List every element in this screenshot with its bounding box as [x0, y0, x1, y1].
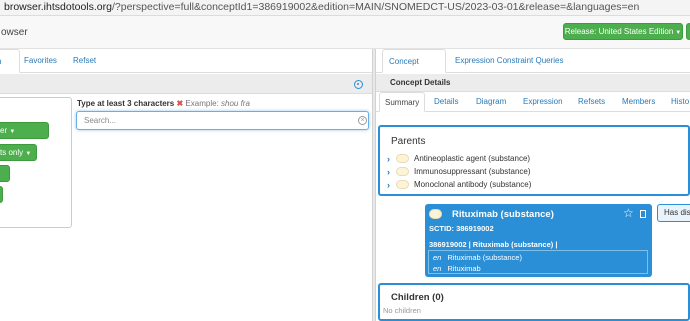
tab-details[interactable]: Details [429, 92, 463, 112]
chevron-right-icon[interactable]: › [387, 166, 390, 178]
search-filter-box: er ▼ ts only ▼ [0, 97, 72, 228]
concept-status-pill [429, 209, 442, 219]
url-path: /?perspective=full&conceptId1=386919002&… [111, 1, 640, 13]
release-dropdown-button[interactable]: Release: United States Edition ▼ [563, 23, 683, 40]
chevron-right-icon[interactable]: › [387, 179, 390, 191]
header-extra-button[interactable] [686, 23, 690, 40]
description-text: Rituximab (substance) [447, 253, 522, 262]
tab-members[interactable]: Members [617, 92, 660, 112]
filter-dropdown-button-4[interactable] [0, 186, 3, 203]
parent-label[interactable]: Immunosuppressant (substance) [414, 167, 531, 176]
left-tab-bar: h Favorites Refset [0, 49, 372, 73]
url-text[interactable]: browser.ihtsdotools.org/?perspective=ful… [4, 1, 639, 13]
children-empty-text: No children [383, 306, 421, 315]
tab-refset[interactable]: Refset [67, 49, 102, 73]
concept-fsn-line: 386919002 | Rituximab (substance) | [429, 240, 558, 249]
tab-details-label: Details [434, 97, 459, 106]
focus-concept-card: Rituximab (substance) ☆ SCTID: 386919002… [425, 204, 652, 277]
concept-sctid: SCTID: 386919002 [429, 224, 494, 233]
filter-dropdown-button-3[interactable] [0, 165, 10, 182]
parent-label[interactable]: Monoclonal antibody (substance) [414, 180, 531, 189]
concept-sub-tabs: Summary Details Diagram Expression Refse… [376, 92, 690, 112]
tab-concept-details[interactable]: Concept Details [382, 49, 446, 90]
concept-status-pill [396, 154, 409, 163]
example-label: Example: [185, 99, 219, 108]
concept-name: Rituximab (substance) [452, 209, 554, 220]
tab-favorites[interactable]: Favorites [18, 49, 63, 73]
url-host: browser.ihtsdotools.org [4, 1, 112, 13]
document-icon[interactable] [640, 210, 646, 218]
caret-down-icon: ▼ [9, 129, 16, 135]
has-disposition-label: Has dis [664, 208, 690, 217]
tab-diagram-label: Diagram [476, 97, 507, 106]
release-button-label: Release: United States Edition [564, 27, 674, 36]
description-row: en Rituximab (substance) [433, 253, 522, 262]
concept-status-pill [396, 180, 409, 189]
tab-refset-label: Refset [73, 56, 97, 65]
concept-details-header: Concept Details [376, 74, 690, 92]
right-tab-bar: Concept Details Expression Constraint Qu… [376, 49, 690, 90]
description-lang: en [433, 264, 442, 273]
parents-heading: Parents [391, 136, 426, 147]
caret-down-icon: ▼ [675, 30, 682, 36]
app-title: owser [1, 27, 28, 38]
descriptions-box: en Rituximab (substance) en Rituximab [428, 250, 648, 274]
tab-expression-label: Expression [523, 97, 563, 106]
parents-panel: Parents › Antineoplastic agent (substanc… [378, 125, 690, 196]
tab-history[interactable]: Histo [666, 92, 690, 112]
tab-diagram[interactable]: Diagram [471, 92, 511, 112]
concept-status-pill [396, 167, 409, 176]
search-input[interactable] [76, 111, 369, 130]
search-panel-bar [0, 74, 372, 94]
info-icon[interactable] [354, 80, 363, 89]
favorite-star-icon[interactable]: ☆ [623, 207, 634, 219]
filter-dropdown-button-1[interactable]: er ▼ [0, 122, 49, 139]
chevron-right-icon[interactable]: › [387, 153, 390, 165]
filter-button-2-label: ts only [0, 148, 24, 157]
tab-summary-label: Summary [385, 98, 420, 107]
filter-dropdown-button-2[interactable]: ts only ▼ [0, 144, 37, 161]
tab-expression-constraint-queries[interactable]: Expression Constraint Queries [449, 49, 570, 73]
tab-search-label: h [0, 57, 1, 66]
search-hint-text: Type at least 3 characters [77, 99, 175, 108]
tab-refsets[interactable]: Refsets [573, 92, 610, 112]
has-disposition-box[interactable]: Has dis [657, 204, 690, 222]
description-text: Rituximab [447, 264, 481, 273]
app-header: owser Release: United States Edition ▼ [0, 16, 690, 49]
tab-members-label: Members [622, 97, 656, 106]
children-panel: Children (0) No children [378, 283, 690, 321]
tab-ecq-label: Expression Constraint Queries [455, 56, 564, 65]
tab-expression[interactable]: Expression [518, 92, 568, 112]
tab-summary[interactable]: Summary [379, 92, 426, 112]
search-hint: Type at least 3 characters ✖ Example: sh… [77, 99, 250, 108]
error-x-icon: ✖ [176, 99, 184, 108]
tab-search[interactable]: h [0, 49, 20, 73]
example-value: shou fra [221, 99, 250, 108]
tab-refsets-label: Refsets [578, 97, 606, 106]
children-heading: Children (0) [391, 292, 444, 303]
caret-down-icon: ▼ [25, 151, 32, 157]
description-lang: en [433, 253, 442, 262]
parent-label[interactable]: Antineoplastic agent (substance) [414, 154, 530, 163]
section-title: Concept Details [390, 78, 451, 87]
browser-address-bar[interactable]: browser.ihtsdotools.org/?perspective=ful… [0, 0, 690, 16]
tab-favorites-label: Favorites [24, 56, 57, 65]
filter-button-1-label: er [0, 126, 8, 135]
tab-history-label: Histo [671, 97, 690, 106]
clear-search-icon[interactable]: × [358, 116, 367, 125]
description-row: en Rituximab [433, 264, 481, 273]
